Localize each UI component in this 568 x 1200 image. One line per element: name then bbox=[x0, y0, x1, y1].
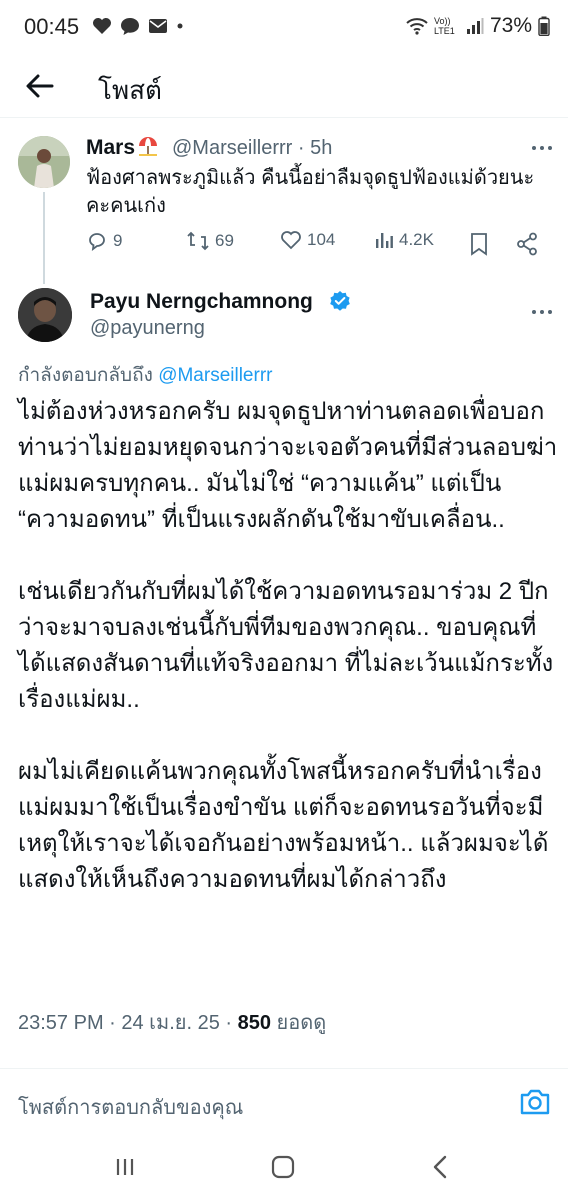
status-bar: 00:45 Vo)) LTE1 73% bbox=[0, 0, 568, 56]
repost-icon bbox=[187, 231, 209, 251]
parent-author-name-text: Mars bbox=[86, 136, 136, 159]
back-arrow-icon[interactable] bbox=[22, 68, 58, 104]
author-name[interactable]: Payu Nerngchamnong bbox=[90, 290, 313, 314]
chat-icon bbox=[121, 18, 139, 35]
tweet-view-count: 850 bbox=[237, 1012, 271, 1034]
tweet-meta: 23:57 PM · 24 เม.ย. 25 · 850 ยอดดู bbox=[18, 1006, 326, 1038]
avatar-mars[interactable] bbox=[18, 136, 70, 188]
tweet-paragraph: ไม่ต้องห่วงหรอกครับ ผมจุดธูปหาท่านตลอดเพ… bbox=[18, 398, 558, 533]
avatar-payu[interactable] bbox=[18, 288, 72, 342]
replying-to-label: กำลังตอบกลับถึง bbox=[18, 365, 153, 386]
parent-tweet-actions: 9 69 104 4.2K bbox=[86, 230, 556, 260]
replying-to: กำลังตอบกลับถึง @Marseillerrr bbox=[18, 360, 272, 390]
parent-tweet-text: ฟ้องศาลพระภูมิแล้ว คืนนี้อย่าลืมจุดธูปฟ้… bbox=[86, 167, 535, 217]
more-options-icon[interactable] bbox=[528, 140, 556, 156]
recent-apps-icon[interactable] bbox=[110, 1152, 140, 1182]
bookmark-icon[interactable] bbox=[470, 232, 488, 256]
thread-connector bbox=[43, 192, 45, 284]
signal-icon bbox=[466, 18, 484, 34]
views-count: 4.2K bbox=[399, 230, 434, 249]
network-label: Vo)) LTE1 bbox=[433, 16, 455, 36]
reply-count: 9 bbox=[113, 231, 123, 250]
camera-icon[interactable] bbox=[518, 1085, 552, 1119]
page-title: โพสต์ bbox=[98, 75, 162, 105]
beach-umbrella-icon bbox=[139, 137, 158, 156]
battery-percent: 73% bbox=[489, 14, 532, 37]
reply-input[interactable]: โพสต์การตอบกลับของคุณ bbox=[18, 1091, 243, 1123]
repost-button[interactable]: 69 bbox=[186, 230, 234, 252]
repost-count: 69 bbox=[215, 231, 234, 250]
status-right: Vo)) LTE1 73% bbox=[406, 14, 550, 38]
parent-handle-time[interactable]: @Marseillerrr · 5h bbox=[172, 137, 332, 160]
dot-icon bbox=[177, 23, 183, 29]
home-icon[interactable] bbox=[268, 1152, 298, 1182]
like-heart-icon bbox=[281, 231, 301, 250]
tweet-timestamp[interactable]: 23:57 PM · 24 เม.ย. 25 · bbox=[18, 1012, 238, 1034]
views-chart-icon bbox=[376, 233, 393, 248]
tweet-paragraph: ผมไม่เคียดแค้นพวกคุณทั้งโพสนี้หรอกครับที… bbox=[18, 758, 549, 893]
wifi-icon bbox=[406, 18, 428, 35]
parent-author-name[interactable]: Mars bbox=[86, 136, 159, 160]
battery-icon bbox=[538, 16, 550, 36]
replying-to-mention[interactable]: @Marseillerrr bbox=[158, 365, 272, 386]
reply-composer: โพสต์การตอบกลับของคุณ bbox=[0, 1068, 568, 1134]
more-options-icon[interactable] bbox=[528, 304, 556, 320]
verified-badge-icon bbox=[330, 291, 350, 311]
status-time: 00:45 bbox=[24, 14, 80, 39]
like-count: 104 bbox=[307, 230, 336, 249]
heart-icon bbox=[93, 18, 111, 34]
reply-icon bbox=[89, 233, 105, 252]
tweet-views-label: ยอดดู bbox=[270, 1012, 327, 1034]
mail-icon bbox=[149, 19, 167, 33]
notification-icons bbox=[92, 16, 184, 36]
reply-button[interactable]: 9 bbox=[86, 230, 122, 252]
system-back-icon[interactable] bbox=[426, 1152, 456, 1182]
system-nav-bar bbox=[0, 1134, 568, 1200]
app-header: โพสต์ bbox=[0, 56, 568, 118]
author-handle[interactable]: @payunerng bbox=[90, 317, 205, 340]
like-button[interactable]: 104 bbox=[280, 230, 335, 250]
tweet-body: ไม่ต้องห่วงหรอกครับ ผมจุดธูปหาท่านตลอดเพ… bbox=[18, 394, 558, 934]
share-icon[interactable] bbox=[516, 232, 538, 256]
tweet-paragraph: เช่นเดียวกันกับที่ผมได้ใช้ความอดทนรอมาร่… bbox=[18, 578, 554, 713]
views-button[interactable]: 4.2K bbox=[374, 230, 434, 250]
